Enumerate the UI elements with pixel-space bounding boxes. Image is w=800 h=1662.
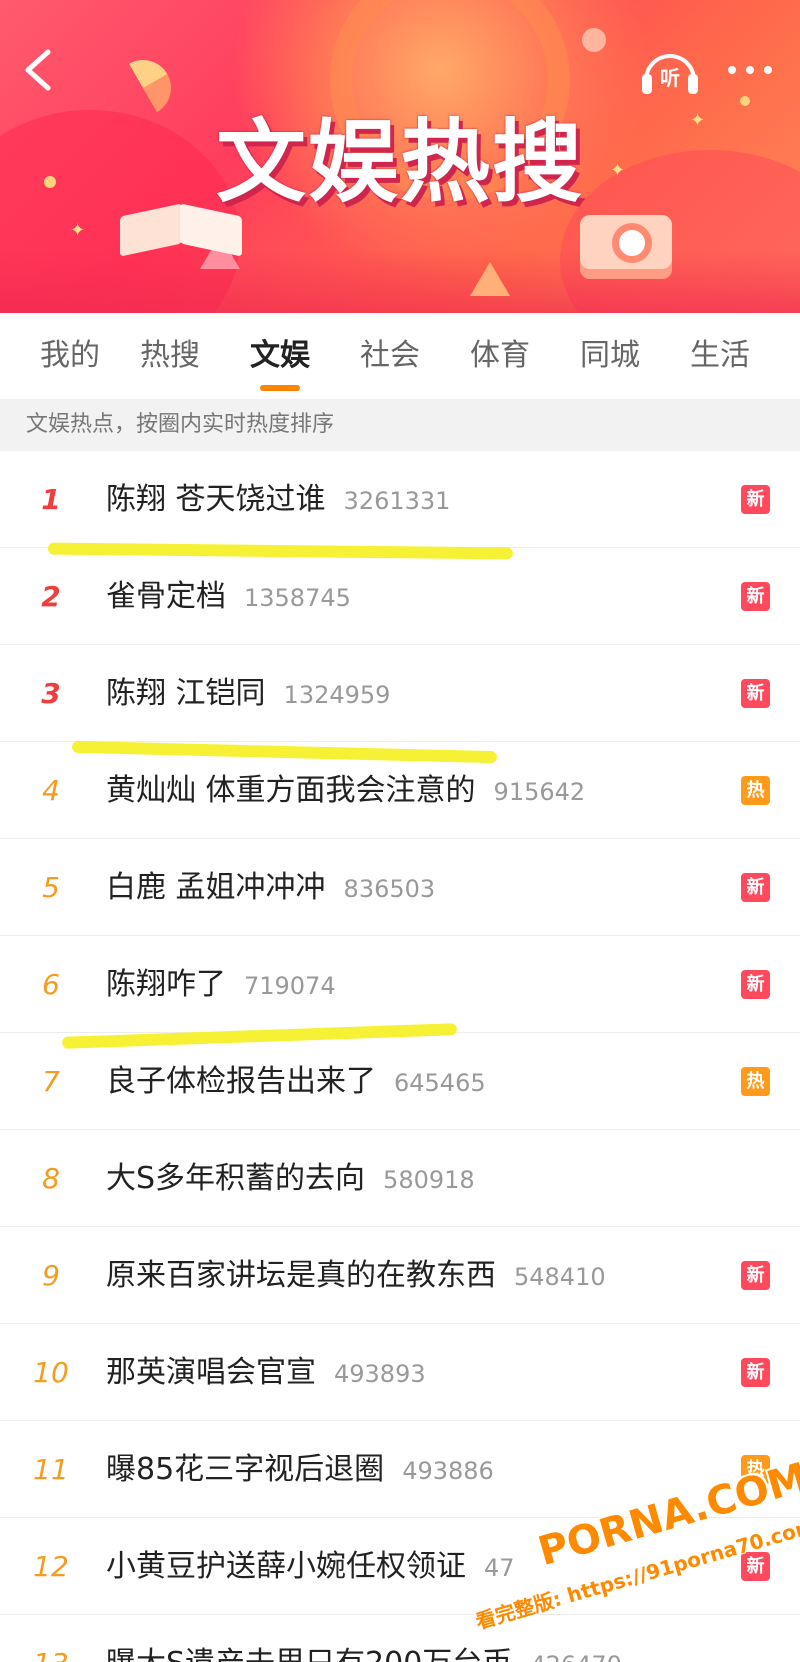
rank-number: 13 (26, 1615, 76, 1662)
heat-count: 1324959 (283, 681, 391, 709)
rank-number: 4 (42, 774, 60, 807)
new-badge: 新 (741, 1261, 770, 1290)
listen-label: 听 (660, 66, 680, 90)
rank-number: 8 (42, 1162, 60, 1195)
camera-illustration-icon (580, 215, 672, 279)
heat-count: 426470 (530, 1651, 622, 1662)
trending-title: 良子体检报告出来了 645465 (106, 1064, 486, 1099)
heat-count: 645465 (394, 1069, 486, 1097)
trending-item-12[interactable]: 12 小黄豆护送薛小婉任权领证 47 新 (0, 1518, 800, 1615)
chevron-left-icon (25, 49, 51, 91)
rank-number: 2 (41, 580, 61, 613)
heat-count: 47 (484, 1554, 515, 1582)
sparkle-icon: ✦ (690, 110, 706, 131)
heat-count: 580918 (383, 1166, 475, 1194)
heat-count: 836503 (343, 875, 436, 903)
trending-item-6[interactable]: 6 陈翔咋了 719074 新 (0, 936, 800, 1033)
trending-item-10[interactable]: 10 那英演唱会官宣 493893 新 (0, 1324, 800, 1421)
trending-item-3[interactable]: 3 陈翔 江铠同 1324959 新 (0, 645, 800, 742)
trending-list: 1 陈翔 苍天饶过谁 3261331 新 2 雀骨定档 1358745 新 3 陈翔… (0, 451, 800, 1662)
trending-title: 陈翔 江铠同 1324959 (106, 676, 391, 711)
trending-item-5[interactable]: 5 白鹿 孟姐冲冲冲 836503 新 (0, 839, 800, 936)
trending-title: 曝大S遗产去里只有200万台币426470 (106, 1615, 622, 1662)
new-badge: 新 (741, 1358, 770, 1387)
rank-number: 10 (33, 1356, 69, 1389)
trending-title: 小黄豆护送薛小婉任权领证 47 (106, 1549, 515, 1584)
tab-life[interactable]: 生活 (665, 313, 775, 399)
heat-count: 3261331 (343, 487, 451, 515)
trending-title: 陈翔 苍天饶过谁 3261331 (106, 482, 451, 517)
rank-number: 1 (41, 483, 61, 516)
page-title: 文娱热搜 (216, 110, 584, 215)
dot-decoration (582, 28, 606, 52)
trending-title: 大S多年积蓄的去向 580918 (106, 1161, 475, 1196)
heat-count: 915642 (493, 778, 586, 806)
new-badge: 新 (741, 485, 770, 514)
trending-title: 白鹿 孟姐冲冲冲 836503 (106, 870, 436, 905)
trending-item-9[interactable]: 9 原来百家讲坛是真的在教东西 548410 新 (0, 1227, 800, 1324)
back-button[interactable] (18, 48, 58, 92)
trending-title: 那英演唱会官宣 493893 (106, 1355, 426, 1390)
category-tabs: 我的 热搜 文娱 社会 体育 同城 生活 (0, 313, 800, 399)
heat-count: 493893 (334, 1360, 426, 1388)
sparkle-icon: ✦ (70, 220, 86, 241)
active-tab-indicator (260, 385, 300, 391)
tab-hot-search[interactable]: 热搜 (115, 313, 225, 399)
rank-number: 12 (33, 1550, 69, 1583)
listen-button[interactable]: 听 (640, 48, 700, 96)
heat-count: 493886 (402, 1457, 494, 1485)
hot-badge: 热 (741, 776, 770, 805)
tab-entertainment[interactable]: 文娱 (225, 313, 335, 399)
tab-sports[interactable]: 体育 (445, 313, 555, 399)
trending-title: 雀骨定档 1358745 (106, 579, 351, 614)
banner-floor (0, 250, 800, 313)
rank-number: 3 (41, 677, 61, 710)
tab-mine[interactable]: 我的 (25, 313, 115, 399)
tab-local[interactable]: 同城 (555, 313, 665, 399)
more-dots-icon (728, 66, 736, 74)
trending-item-2[interactable]: 2 雀骨定档 1358745 新 (0, 548, 800, 645)
trending-item-8[interactable]: 8 大S多年积蓄的去向 580918 (0, 1130, 800, 1227)
rank-number: 9 (42, 1259, 60, 1292)
trending-item-13[interactable]: 13 曝大S遗产去里只有200万台币426470 (0, 1615, 800, 1662)
header-banner: ✦ ✦ ✦ 文娱热搜 听 (0, 0, 800, 313)
new-badge: 新 (741, 582, 770, 611)
hot-badge: 热 (741, 1067, 770, 1096)
heat-count: 1358745 (244, 584, 351, 612)
list-description: 文娱热点，按圈内实时热度排序 (0, 399, 800, 451)
hot-badge: 热 (741, 1455, 770, 1484)
trending-title: 曝85花三字视后退圈 493886 (106, 1452, 494, 1487)
dot-decoration (740, 96, 750, 106)
dot-decoration (44, 176, 56, 188)
new-badge: 新 (741, 1552, 770, 1581)
new-badge: 新 (741, 873, 770, 902)
tab-society[interactable]: 社会 (335, 313, 445, 399)
trending-item-1[interactable]: 1 陈翔 苍天饶过谁 3261331 新 (0, 451, 800, 548)
trending-title: 陈翔咋了 719074 (106, 967, 336, 1002)
rank-number: 6 (42, 968, 60, 1001)
more-options-button[interactable] (722, 58, 778, 82)
trending-title: 原来百家讲坛是真的在教东西 548410 (106, 1258, 606, 1293)
rank-number: 5 (42, 871, 60, 904)
rank-number: 11 (33, 1453, 69, 1486)
trending-item-7[interactable]: 7 良子体检报告出来了 645465 热 (0, 1033, 800, 1130)
tab-entertainment-label: 文娱 (250, 338, 310, 373)
heat-count: 548410 (514, 1263, 606, 1291)
triangle-decoration-icon (470, 262, 510, 296)
heat-count: 719074 (244, 972, 336, 1000)
trending-item-11[interactable]: 11 曝85花三字视后退圈 493886 热 (0, 1421, 800, 1518)
new-badge: 新 (741, 679, 770, 708)
new-badge: 新 (741, 970, 770, 999)
